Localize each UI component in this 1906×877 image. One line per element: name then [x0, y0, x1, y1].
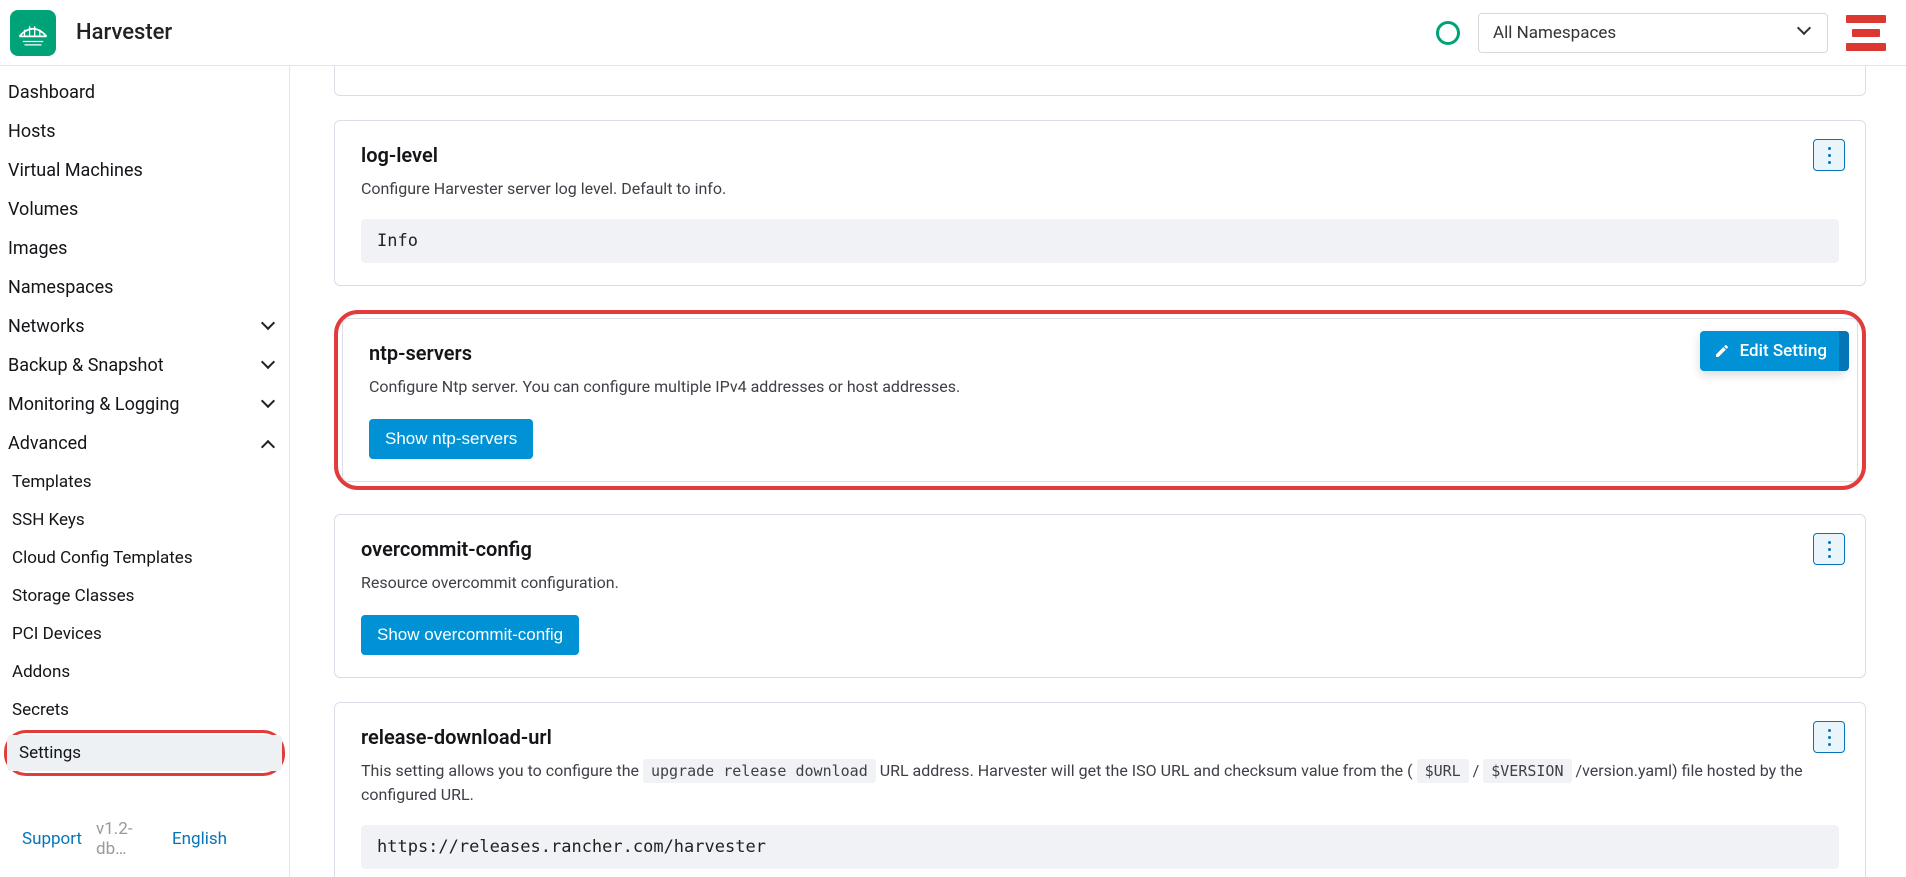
inline-code: upgrade release download: [643, 759, 876, 783]
app-logo[interactable]: [10, 10, 56, 56]
user-menu-icon[interactable]: [1846, 13, 1886, 53]
setting-name: release-download-url: [361, 725, 1839, 749]
setting-actions-menu[interactable]: [1813, 533, 1845, 565]
setting-name: overcommit-config: [361, 537, 1839, 561]
sidebar-item-pci-devices[interactable]: PCI Devices: [0, 616, 289, 652]
sidebar-item-ssh-keys[interactable]: SSH Keys: [0, 502, 289, 538]
sidebar-item-volumes[interactable]: Volumes: [0, 191, 289, 228]
sidebar: Dashboard Hosts Virtual Machines Volumes…: [0, 66, 290, 877]
setting-card-ntp-servers: Edit Setting ntp-servers Configure Ntp s…: [342, 318, 1858, 482]
setting-description: Configure Ntp server. You can configure …: [369, 375, 1831, 399]
edit-setting-label: Edit Setting: [1740, 341, 1827, 361]
setting-card-ntp-servers-highlight: Edit Setting ntp-servers Configure Ntp s…: [334, 310, 1866, 490]
sidebar-item-namespaces[interactable]: Namespaces: [0, 269, 289, 306]
chevron-up-icon: [263, 438, 275, 450]
setting-value: Info: [361, 219, 1839, 263]
chevron-down-icon: [263, 399, 275, 411]
setting-card-partial: [334, 66, 1866, 96]
harvester-logo-icon: [16, 16, 50, 50]
language-selector[interactable]: English: [172, 829, 227, 849]
sidebar-item-secrets[interactable]: Secrets: [0, 692, 289, 728]
sidebar-item-backup-snapshot[interactable]: Backup & Snapshot: [0, 347, 289, 384]
sidebar-item-cloud-config-templates[interactable]: Cloud Config Templates: [0, 540, 289, 576]
namespace-selector[interactable]: All Namespaces: [1478, 13, 1828, 53]
show-ntp-servers-button[interactable]: Show ntp-servers: [369, 419, 533, 459]
pencil-icon: [1714, 343, 1730, 359]
show-overcommit-config-button[interactable]: Show overcommit-config: [361, 615, 579, 655]
more-vertical-icon: [1828, 727, 1831, 748]
setting-card-overcommit-config: overcommit-config Resource overcommit co…: [334, 514, 1866, 678]
main-content: log-level Configure Harvester server log…: [290, 66, 1906, 877]
sidebar-item-monitoring-logging[interactable]: Monitoring & Logging: [0, 386, 289, 423]
sidebar-item-networks[interactable]: Networks: [0, 308, 289, 345]
setting-description: Resource overcommit configuration.: [361, 571, 1839, 595]
sidebar-item-settings[interactable]: Settings: [7, 735, 282, 771]
chevron-down-icon: [1799, 26, 1813, 40]
sidebar-item-templates[interactable]: Templates: [0, 464, 289, 500]
setting-description: Configure Harvester server log level. De…: [361, 177, 1839, 201]
sidebar-item-hosts[interactable]: Hosts: [0, 113, 289, 150]
sidebar-item-settings-highlight: Settings: [4, 730, 285, 776]
sidebar-item-virtual-machines[interactable]: Virtual Machines: [0, 152, 289, 189]
app-title: Harvester: [76, 20, 172, 45]
inline-code: $URL: [1417, 759, 1469, 783]
support-link[interactable]: Support: [22, 829, 82, 849]
setting-description: This setting allows you to configure the…: [361, 759, 1839, 807]
setting-value: https://releases.rancher.com/harvester: [361, 825, 1839, 869]
sidebar-item-advanced[interactable]: Advanced: [0, 425, 289, 462]
chevron-down-icon: [263, 321, 275, 333]
setting-card-log-level: log-level Configure Harvester server log…: [334, 120, 1866, 286]
chevron-down-icon: [263, 360, 275, 372]
app-header: Harvester All Namespaces: [0, 0, 1906, 66]
version-label: v1.2-db…: [96, 819, 158, 859]
setting-name: log-level: [361, 143, 1839, 167]
setting-name: ntp-servers: [369, 341, 1831, 365]
edit-setting-button[interactable]: Edit Setting: [1700, 331, 1845, 371]
setting-actions-menu[interactable]: [1813, 139, 1845, 171]
setting-actions-menu[interactable]: [1813, 721, 1845, 753]
setting-card-release-download-url: release-download-url This setting allows…: [334, 702, 1866, 877]
cluster-status-indicator[interactable]: [1436, 21, 1460, 45]
sidebar-item-dashboard[interactable]: Dashboard: [0, 74, 289, 111]
more-vertical-icon: [1828, 539, 1831, 560]
namespace-selected-label: All Namespaces: [1493, 23, 1616, 43]
more-vertical-icon: [1828, 145, 1831, 166]
sidebar-footer: Support v1.2-db… English: [0, 807, 289, 877]
sidebar-item-addons[interactable]: Addons: [0, 654, 289, 690]
sidebar-item-images[interactable]: Images: [0, 230, 289, 267]
inline-code: $VERSION: [1483, 759, 1571, 783]
sidebar-item-storage-classes[interactable]: Storage Classes: [0, 578, 289, 614]
